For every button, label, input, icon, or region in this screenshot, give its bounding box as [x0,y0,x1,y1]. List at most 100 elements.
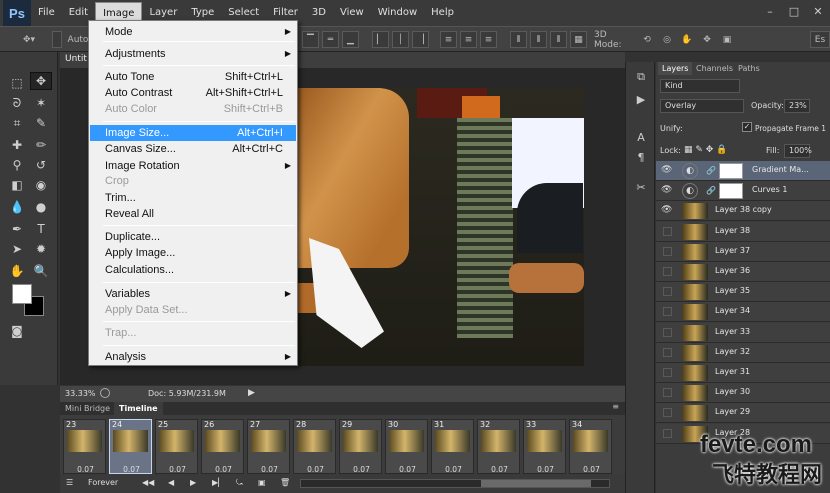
align-top-icon[interactable]: ▔ [302,31,319,48]
menu-item-image-size[interactable]: Image Size... Alt+Ctrl+I [90,125,296,141]
tools-preset-icon[interactable]: ✂ [632,178,650,196]
layer-row[interactable]: 👁 Layer 38 copy [656,201,830,222]
scrollbar-thumb[interactable] [481,480,591,487]
zoom-tool-icon[interactable]: 🔍 [30,262,52,280]
timeline-frame[interactable]: 26 0.07 [201,419,244,474]
timeline-frame[interactable]: 27 0.07 [247,419,290,474]
layer-row[interactable]: Layer 32 [656,342,830,363]
actions-panel-icon[interactable]: ▶ [632,90,650,108]
align-middle-icon[interactable]: ═ [322,31,339,48]
layer-row[interactable]: Layer 37 [656,241,830,262]
layer-row[interactable]: 👁 ◐ 🔗 Gradient Ma... [656,161,830,181]
next-frame-icon[interactable]: ▶▏ [212,478,224,487]
play-icon[interactable]: ▶ [190,478,196,487]
layer-row[interactable]: Layer 35 [656,282,830,303]
auto-align-icon[interactable]: ▦ [570,31,587,48]
shape-tool-icon[interactable]: ✹ [30,240,52,258]
layer-row[interactable]: Layer 38 [656,221,830,242]
zoom-level[interactable]: 33.33% [65,389,96,398]
menu-item-apply-data-set[interactable]: Apply Data Set... [90,302,296,318]
type-tool-icon[interactable]: T [30,220,52,238]
visibility-toggle[interactable] [663,226,672,236]
timeline-frame[interactable]: 33 0.07 [523,419,566,474]
timeline-frame[interactable]: 25 0.07 [155,419,198,474]
menu-item-crop[interactable]: Crop [90,173,296,189]
timeline-frame[interactable]: 28 0.07 [293,419,336,474]
eyedropper-icon[interactable]: ✎ [30,114,52,132]
opacity-input[interactable]: 23% [784,99,810,113]
character-panel-icon[interactable]: A [632,128,650,146]
menu-item-analysis[interactable]: Analysis ▶ [90,349,296,365]
tab-layers[interactable]: Layers [658,62,693,75]
menu-item-calculations[interactable]: Calculations... [90,262,296,278]
status-icon[interactable] [100,388,110,398]
menu-item-trap[interactable]: Trap... [90,325,296,341]
link-icon[interactable]: 🔗 [706,186,716,195]
move-tool-preset-icon[interactable]: ✥▾ [14,31,44,48]
menu-item-auto-tone[interactable]: Auto Tone Shift+Ctrl+L [90,69,296,85]
minimize-button[interactable]: – [758,0,782,22]
loop-select[interactable]: Forever [88,478,118,487]
3d-roll-icon[interactable]: ◎ [658,31,676,48]
align-right-icon[interactable]: ▕ [412,31,429,48]
menu-item-adjustments[interactable]: Adjustments ▶ [90,46,296,62]
timeline-frame[interactable]: 31 0.07 [431,419,474,474]
align-left-icon[interactable]: ▏ [372,31,389,48]
visibility-toggle[interactable] [663,287,672,297]
3d-scale-icon[interactable]: ▣ [718,31,736,48]
crop-tool-icon[interactable]: ⌗ [6,114,28,132]
prev-frame-icon[interactable]: ◀ [168,478,174,487]
visibility-toggle[interactable] [663,327,672,337]
visibility-toggle[interactable] [663,368,672,377]
frame-delay-select[interactable]: 0.07 [202,465,245,474]
frame-delay-select[interactable]: 0.07 [156,465,199,474]
menu-item-apply-image[interactable]: Apply Image... [90,245,296,261]
link-icon[interactable]: 🔗 [706,166,716,175]
timeline-frame[interactable]: 29 0.07 [339,419,382,474]
layer-row[interactable]: Layer 36 [656,262,830,282]
maximize-button[interactable]: □ [782,0,806,22]
menu-item-image-rotation[interactable]: Image Rotation ▶ [90,158,296,174]
history-brush-icon[interactable]: ↺ [30,156,52,174]
layer-row[interactable]: Layer 29 [656,403,830,424]
duplicate-frame-icon[interactable]: ▣ [258,478,266,487]
timeline-frame[interactable]: 34 0.07 [569,419,612,474]
frame-delay-select[interactable]: 0.07 [340,465,383,474]
pen-tool-icon[interactable]: ✒ [6,220,28,238]
workspace-switcher[interactable]: Es [810,31,830,48]
visibility-eye-icon[interactable]: 👁 [661,185,673,197]
auto-select-checkbox[interactable] [52,31,62,48]
menu-file[interactable]: File [31,0,62,26]
hand-tool-icon[interactable]: ✋ [6,262,28,280]
tab-timeline[interactable]: Timeline [114,402,163,415]
tab-channels[interactable]: Channels [692,62,737,75]
visibility-toggle[interactable] [663,307,672,317]
eraser-tool-icon[interactable]: ◧ [6,176,28,194]
timeline-frame[interactable]: 32 0.07 [477,419,520,474]
menu-item-reveal-all[interactable]: Reveal All [90,206,296,222]
panel-menu-icon[interactable]: ≡ [612,402,619,411]
layer-mask-thumbnail[interactable] [719,183,743,200]
status-menu-arrow-icon[interactable]: ▶ [248,388,255,398]
timeline-frame[interactable]: 23 0.07 [63,419,106,474]
frame-delay-select[interactable]: 0.07 [64,465,107,474]
visibility-toggle[interactable] [663,267,672,276]
visibility-toggle[interactable] [663,246,672,256]
3d-slide-icon[interactable]: ✥ [698,31,716,48]
dodge-tool-icon[interactable]: ● [30,198,52,216]
layer-mask-thumbnail[interactable] [719,163,743,179]
frame-delay-select[interactable]: 0.07 [524,465,567,474]
lasso-tool-icon[interactable]: ᘐ [6,94,28,112]
menu-item-canvas-size[interactable]: Canvas Size... Alt+Ctrl+C [90,141,296,157]
menu-item-variables[interactable]: Variables ▶ [90,286,296,302]
paint-bucket-icon[interactable]: ◉ [30,176,52,194]
menu-item-trim[interactable]: Trim... [90,190,296,206]
first-frame-icon[interactable]: ◀◀ [142,478,154,487]
tab-paths[interactable]: Paths [734,62,764,75]
timeline-scrollbar[interactable] [300,479,610,488]
healing-brush-icon[interactable]: ✚ [6,136,28,154]
menu-item-duplicate[interactable]: Duplicate... [90,229,296,245]
visibility-toggle[interactable] [663,408,672,418]
layer-row[interactable]: Layer 34 [656,302,830,323]
distribute-middle-icon[interactable]: ≡ [460,31,477,48]
